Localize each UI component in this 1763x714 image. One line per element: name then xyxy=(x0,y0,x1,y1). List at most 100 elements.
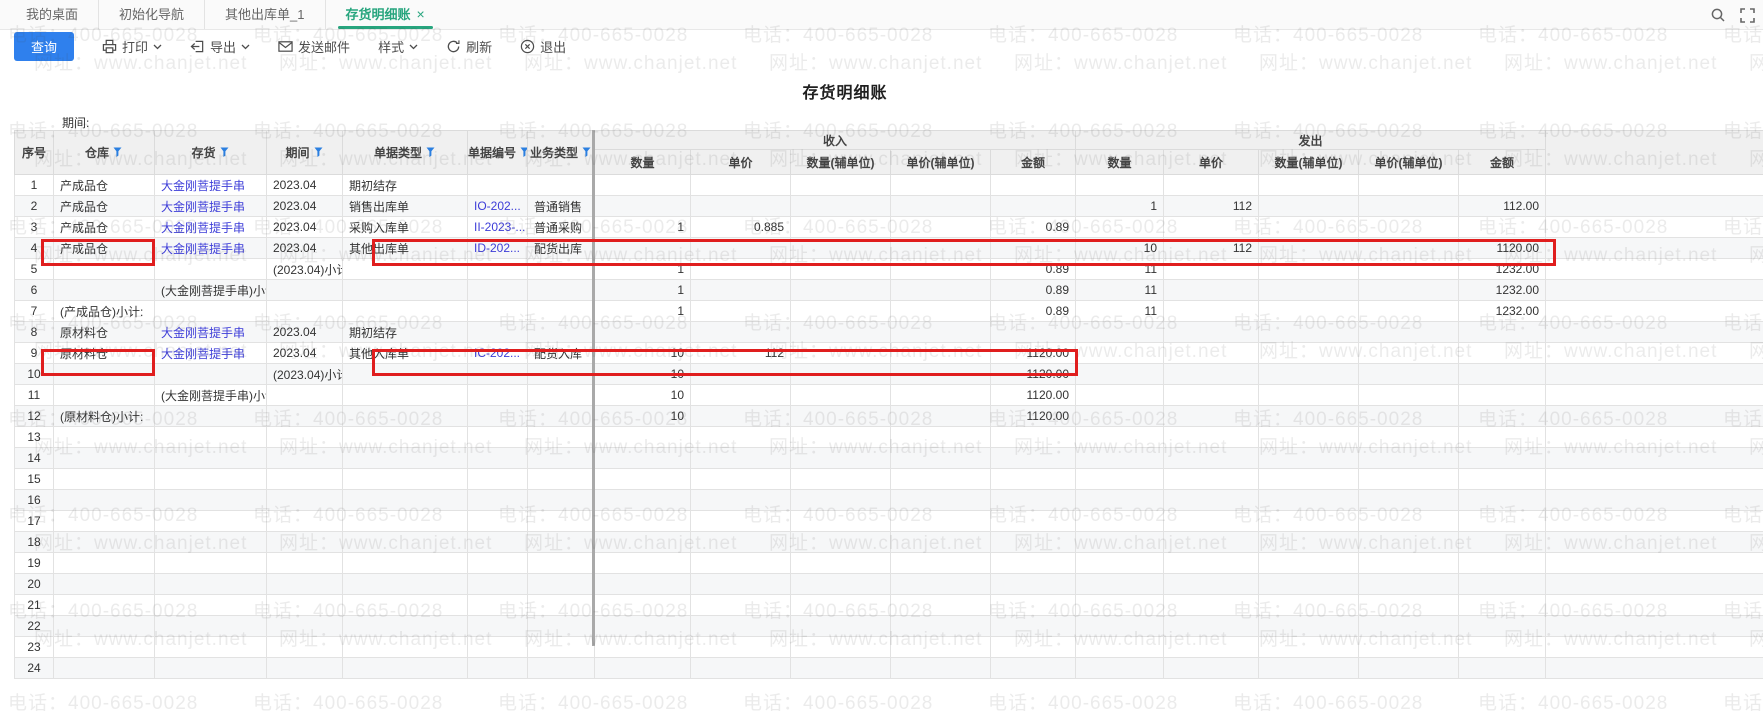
cell[interactable]: 0.89 xyxy=(989,300,1077,322)
column-header-doc-no[interactable]: 单据编号 xyxy=(467,130,528,175)
row-number[interactable]: 24 xyxy=(14,657,54,679)
cell[interactable]: 1120.00 xyxy=(989,342,1077,364)
link-cell[interactable]: 大金刚菩提手串 xyxy=(154,174,267,196)
cell[interactable]: (大金刚菩提手串)小计: xyxy=(154,384,267,406)
row-number[interactable]: 19 xyxy=(14,552,54,574)
cell[interactable]: 1232.00 xyxy=(1458,258,1547,280)
column-subheader[interactable]: 数量(辅单位) xyxy=(1258,149,1360,175)
fullscreen-icon[interactable] xyxy=(1740,7,1755,23)
column-header-period[interactable]: 期间 xyxy=(266,130,343,175)
cell[interactable]: 1 xyxy=(594,300,691,322)
filter-icon[interactable] xyxy=(220,147,230,158)
cell[interactable]: 产成品仓 xyxy=(53,195,155,217)
link-cell[interactable]: 大金刚菩提手串 xyxy=(154,342,267,364)
row-number[interactable]: 23 xyxy=(14,636,54,658)
link-cell[interactable]: 大金刚菩提手串 xyxy=(154,195,267,217)
search-icon[interactable] xyxy=(1710,7,1726,23)
column-header-biz-type[interactable]: 业务类型 xyxy=(527,130,595,175)
cell[interactable]: 其他入库单 xyxy=(342,342,468,364)
cell[interactable]: 2023.04 xyxy=(266,237,343,259)
refresh-button[interactable]: 刷新 xyxy=(446,37,492,56)
row-number[interactable]: 22 xyxy=(14,615,54,637)
query-button[interactable]: 查询 xyxy=(14,32,75,61)
cell[interactable]: 产成品仓 xyxy=(53,237,155,259)
row-number[interactable]: 16 xyxy=(14,489,54,511)
row-number[interactable]: 13 xyxy=(14,426,54,448)
tab-init-navigation[interactable]: 初始化导航 xyxy=(98,0,204,29)
send-email-button[interactable]: 发送邮件 xyxy=(278,37,350,56)
cell[interactable]: 0.885 xyxy=(690,216,791,238)
style-button[interactable]: 样式 xyxy=(378,37,418,56)
column-subheader[interactable]: 单价 xyxy=(1163,149,1260,175)
cell[interactable]: 2023.04 xyxy=(266,321,343,343)
filter-icon[interactable] xyxy=(426,147,436,158)
link-cell[interactable]: IC-202... xyxy=(467,342,528,364)
row-number[interactable]: 21 xyxy=(14,594,54,616)
row-number[interactable]: 20 xyxy=(14,573,54,595)
exit-button[interactable]: 退出 xyxy=(520,37,566,56)
filter-icon[interactable] xyxy=(113,147,123,158)
row-number[interactable]: 6 xyxy=(14,279,54,301)
cell[interactable]: 普通销售 xyxy=(527,195,595,217)
column-header-seq[interactable]: 序号 xyxy=(14,130,54,175)
cell[interactable]: 产成品仓 xyxy=(53,216,155,238)
cell[interactable]: 112 xyxy=(1163,195,1260,217)
cell[interactable]: 原材料仓 xyxy=(53,321,155,343)
cell[interactable]: 采购入库单 xyxy=(342,216,468,238)
cell[interactable]: 112.00 xyxy=(1458,195,1547,217)
row-number[interactable]: 15 xyxy=(14,468,54,490)
print-button[interactable]: 打印 xyxy=(102,37,162,56)
frozen-pane-divider[interactable] xyxy=(592,130,595,646)
export-button[interactable]: 导出 xyxy=(190,37,250,56)
cell[interactable]: 1120.00 xyxy=(989,384,1077,406)
row-number[interactable]: 1 xyxy=(14,174,54,196)
link-cell[interactable]: 大金刚菩提手串 xyxy=(154,216,267,238)
row-number[interactable]: 10 xyxy=(14,363,54,385)
column-subheader[interactable]: 数量 xyxy=(594,149,691,175)
cell[interactable]: 11 xyxy=(1075,300,1165,322)
cell[interactable]: 11 xyxy=(1075,258,1165,280)
row-number[interactable]: 3 xyxy=(14,216,54,238)
cell[interactable]: 2023.04 xyxy=(266,342,343,364)
row-number[interactable]: 8 xyxy=(14,321,54,343)
column-header-inventory[interactable]: 存货 xyxy=(154,130,267,175)
column-header-warehouse[interactable]: 仓库 xyxy=(53,130,155,175)
row-number[interactable]: 12 xyxy=(14,405,54,427)
filter-icon[interactable] xyxy=(314,147,324,158)
cell[interactable]: (原材料仓)小计: xyxy=(53,405,155,427)
link-cell[interactable]: II-2023-... xyxy=(467,216,528,238)
cell[interactable]: (产成品仓)小计: xyxy=(53,300,155,322)
cell[interactable]: 112 xyxy=(1163,237,1260,259)
row-number[interactable]: 11 xyxy=(14,384,54,406)
cell[interactable]: 2023.04 xyxy=(266,216,343,238)
cell[interactable]: 产成品仓 xyxy=(53,174,155,196)
cell[interactable]: 期初结存 xyxy=(342,321,468,343)
cell[interactable]: 1120.00 xyxy=(989,363,1077,385)
link-cell[interactable]: ID-202... xyxy=(467,237,528,259)
link-cell[interactable]: IO-202... xyxy=(467,195,528,217)
tab-other-outbound-order[interactable]: 其他出库单_1 xyxy=(204,0,324,29)
cell[interactable]: 0.89 xyxy=(989,216,1077,238)
cell[interactable]: 1 xyxy=(594,279,691,301)
row-number[interactable]: 5 xyxy=(14,258,54,280)
cell[interactable]: 1232.00 xyxy=(1458,300,1547,322)
cell[interactable]: 2023.04 xyxy=(266,195,343,217)
column-subheader[interactable]: 数量 xyxy=(1075,149,1165,175)
row-number[interactable]: 4 xyxy=(14,237,54,259)
close-icon[interactable]: × xyxy=(417,0,425,29)
column-subheader[interactable]: 单价(辅单位) xyxy=(1358,149,1460,175)
row-number[interactable]: 7 xyxy=(14,300,54,322)
link-cell[interactable]: 大金刚菩提手串 xyxy=(154,237,267,259)
tab-inventory-ledger[interactable]: 存货明细账 × xyxy=(324,0,445,29)
cell[interactable]: 2023.04 xyxy=(266,174,343,196)
cell[interactable]: 10 xyxy=(594,363,691,385)
cell[interactable]: 10 xyxy=(594,384,691,406)
cell[interactable]: 期初结存 xyxy=(342,174,468,196)
cell[interactable]: 11 xyxy=(1075,279,1165,301)
row-number[interactable]: 9 xyxy=(14,342,54,364)
filter-icon[interactable] xyxy=(582,147,592,158)
cell[interactable]: 1 xyxy=(594,216,691,238)
column-subheader[interactable]: 金额 xyxy=(989,149,1077,175)
cell[interactable]: 10 xyxy=(1075,237,1165,259)
cell[interactable]: 其他出库单 xyxy=(342,237,468,259)
